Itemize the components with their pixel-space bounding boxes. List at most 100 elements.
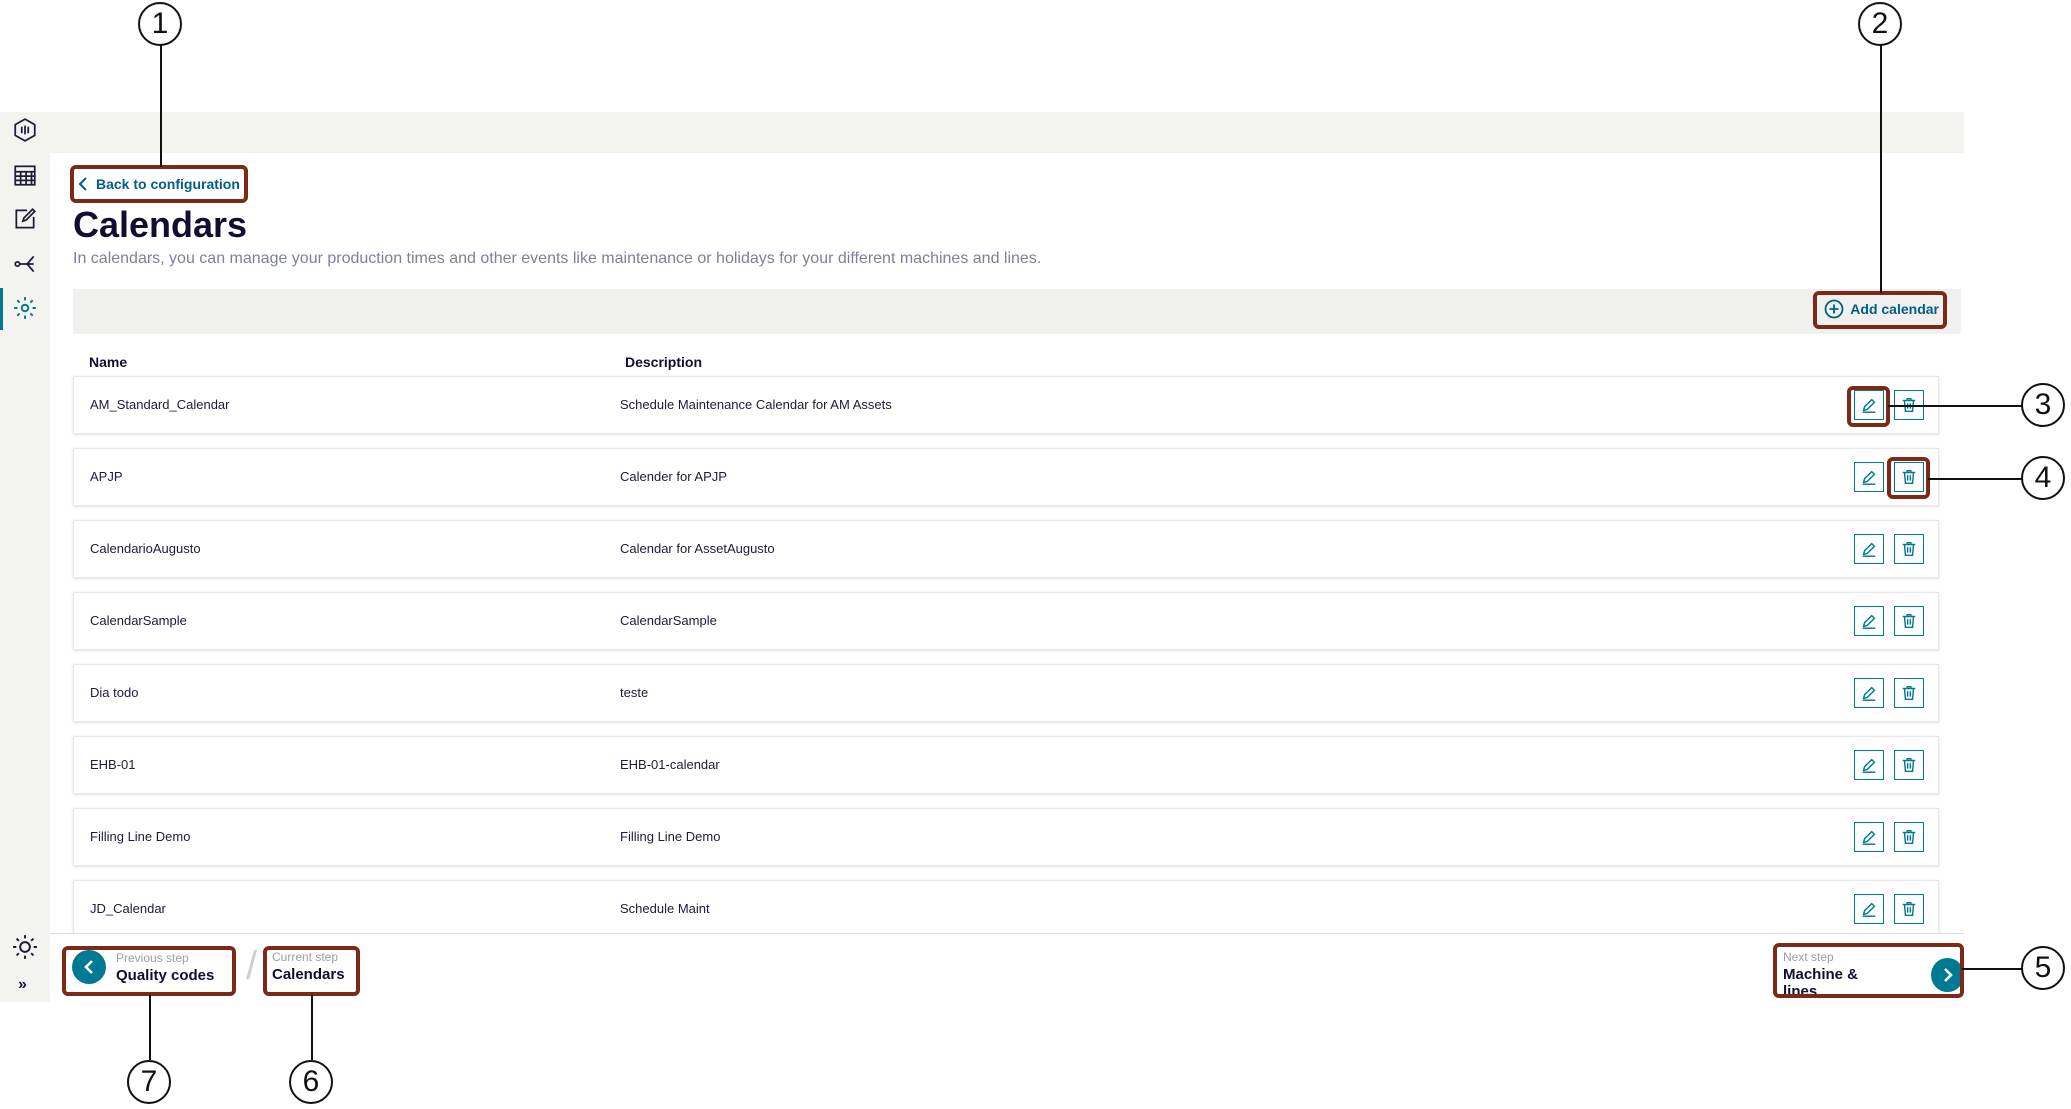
pencil-icon	[1862, 470, 1876, 485]
trash-icon	[1902, 901, 1916, 917]
delete-button[interactable]	[1894, 678, 1924, 708]
step-navigation-bar: Previous step Quality codes / Current st…	[50, 933, 1964, 1001]
add-calendar-button[interactable]: Add calendar	[1824, 299, 1939, 319]
row-description: Calendar for AssetAugusto	[620, 541, 775, 556]
back-to-configuration-link[interactable]: Back to configuration	[78, 172, 240, 196]
trash-icon	[1902, 613, 1916, 629]
trash-icon	[1902, 829, 1916, 845]
edit-button[interactable]	[1854, 822, 1884, 852]
pencil-icon	[1862, 398, 1876, 413]
edit-note-icon[interactable]	[12, 206, 38, 232]
edit-button[interactable]	[1854, 390, 1884, 420]
table-row: CalendarSample CalendarSample	[73, 592, 1939, 650]
row-name: Filling Line Demo	[90, 829, 191, 844]
delete-button[interactable]	[1894, 606, 1924, 636]
pencil-icon	[1862, 830, 1876, 845]
trash-icon	[1902, 469, 1916, 485]
callout-1: 1	[138, 2, 182, 46]
screen: » Back to configuration Calendars In cal…	[0, 0, 2071, 1109]
current-step-label: Calendars	[272, 966, 345, 983]
callout-4: 4	[2021, 456, 2065, 500]
edit-button[interactable]	[1854, 750, 1884, 780]
table-row: CalendarioAugusto Calendar for AssetAugu…	[73, 520, 1939, 578]
row-description: EHB-01-calendar	[620, 757, 720, 772]
row-name: JD_Calendar	[90, 901, 166, 916]
callout-3: 3	[2021, 383, 2065, 427]
previous-step-caption: Previous step	[116, 950, 189, 965]
table-row: AM_Standard_Calendar Schedule Maintenanc…	[73, 376, 1939, 434]
delete-button[interactable]	[1894, 462, 1924, 492]
delete-button[interactable]	[1894, 750, 1924, 780]
column-header-description: Description	[625, 354, 703, 370]
row-description: Filling Line Demo	[620, 829, 721, 844]
callout-leader	[1962, 968, 2023, 970]
dashboard-icon[interactable]	[12, 117, 38, 143]
row-description: Schedule Maint	[620, 901, 710, 916]
callout-5: 5	[2021, 946, 2065, 990]
edit-button[interactable]	[1854, 894, 1884, 924]
callout-leader	[149, 995, 151, 1060]
delete-button[interactable]	[1894, 534, 1924, 564]
delete-button[interactable]	[1894, 822, 1924, 852]
next-step-caption: Next step	[1783, 950, 1834, 964]
table-row: Dia todo teste	[73, 664, 1939, 722]
step-divider: /	[246, 944, 258, 988]
chevron-left-icon	[78, 177, 87, 191]
callout-leader	[160, 45, 162, 167]
page-subtitle: In calendars, you can manage your produc…	[73, 250, 1042, 267]
nav-rail: »	[0, 112, 50, 1002]
callout-leader	[311, 995, 313, 1060]
delete-button[interactable]	[1894, 894, 1924, 924]
flow-icon[interactable]	[12, 251, 38, 277]
current-step: Current step Calendars	[272, 950, 345, 983]
callout-leader	[1888, 405, 2023, 407]
table-row: EHB-01 EHB-01-calendar	[73, 736, 1939, 794]
row-name: Dia todo	[90, 685, 139, 700]
settings-gear-icon[interactable]	[12, 295, 38, 321]
top-band	[50, 112, 1964, 153]
row-description: Calender for APJP	[620, 469, 727, 484]
next-step-button[interactable]: Next step Machine & lines	[1783, 950, 1964, 1000]
callout-leader	[1928, 478, 2023, 480]
row-name: CalendarioAugusto	[90, 541, 201, 556]
row-description: teste	[620, 685, 649, 700]
trash-icon	[1902, 541, 1916, 557]
next-step-label: Machine & lines	[1783, 966, 1859, 1000]
callout-6: 6	[289, 1060, 333, 1104]
back-link-label: Back to configuration	[96, 176, 240, 192]
page-title: Calendars	[73, 204, 248, 245]
row-name: EHB-01	[90, 757, 136, 772]
table-row: Filling Line Demo Filling Line Demo	[73, 808, 1939, 866]
edit-button[interactable]	[1854, 678, 1884, 708]
current-step-caption: Current step	[272, 950, 339, 964]
pencil-icon	[1862, 614, 1876, 629]
nav-active-indicator	[0, 288, 3, 330]
chevron-right-circle-icon	[1931, 958, 1964, 992]
callout-leader	[1880, 45, 1882, 293]
trash-icon	[1902, 757, 1916, 773]
trash-icon	[1902, 685, 1916, 701]
edit-button[interactable]	[1854, 534, 1884, 564]
pencil-icon	[1862, 686, 1876, 701]
calendar-icon[interactable]	[12, 162, 38, 188]
edit-button[interactable]	[1854, 606, 1884, 636]
table-row: APJP Calender for APJP	[73, 448, 1939, 506]
expand-nav-button[interactable]: »	[18, 976, 27, 994]
table-toolbar: Add calendar	[73, 289, 1961, 334]
add-circle-icon	[1824, 299, 1844, 319]
pencil-icon	[1862, 758, 1876, 773]
sun-theme-icon[interactable]	[12, 934, 38, 960]
pencil-icon	[1862, 902, 1876, 917]
pencil-icon	[1862, 542, 1876, 557]
previous-step-button[interactable]: Previous step Quality codes	[72, 950, 214, 984]
edit-button[interactable]	[1854, 462, 1884, 492]
row-name: AM_Standard_Calendar	[90, 397, 230, 412]
row-name: CalendarSample	[90, 613, 187, 628]
callout-7: 7	[127, 1060, 171, 1104]
row-description: Schedule Maintenance Calendar for AM Ass…	[620, 397, 892, 412]
row-description: CalendarSample	[620, 613, 717, 628]
callout-2: 2	[1858, 2, 1902, 46]
table-row: JD_Calendar Schedule Maint	[73, 880, 1939, 938]
add-calendar-label: Add calendar	[1850, 301, 1939, 317]
row-name: APJP	[90, 469, 123, 484]
